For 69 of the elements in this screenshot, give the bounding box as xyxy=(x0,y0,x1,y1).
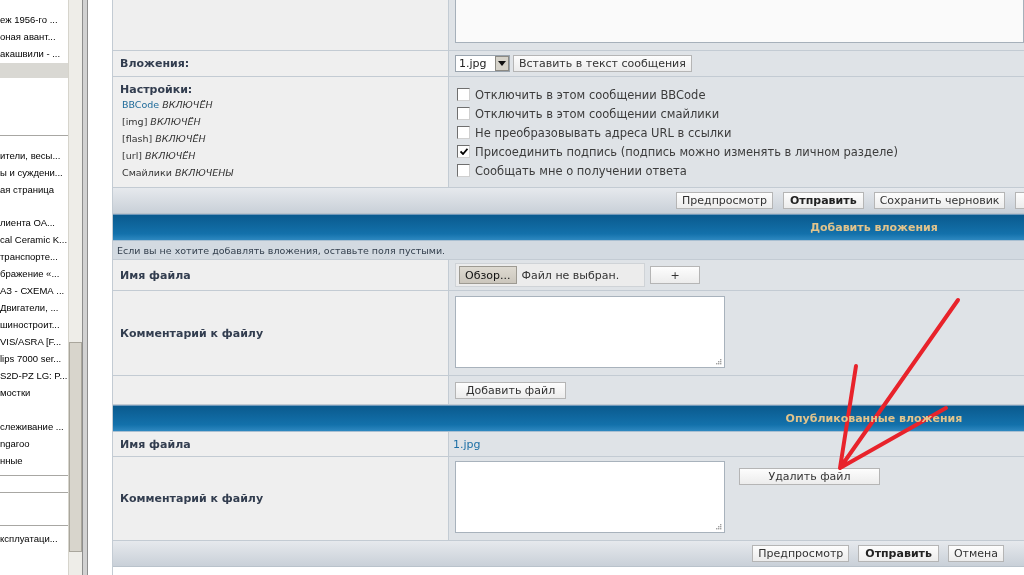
save-draft-button[interactable]: Сохранить черновик xyxy=(873,192,1006,209)
resize-grip-icon xyxy=(715,358,722,365)
checkbox[interactable] xyxy=(457,145,470,158)
checkbox-label: Присоединить подпись (подпись можно изменять в личном разделе) xyxy=(475,144,898,159)
field-label: Имя файла xyxy=(120,437,191,451)
checkbox[interactable] xyxy=(457,107,470,120)
sidebar-item[interactable]: транспорте... xyxy=(0,248,68,265)
field-label: Настройки: xyxy=(120,83,193,96)
sidebar-item[interactable]: шиностроит... xyxy=(0,316,68,333)
resize-grip-icon xyxy=(715,523,722,530)
field-label: Комментарий к файлу xyxy=(120,326,264,340)
field-label: Вложения: xyxy=(120,57,190,70)
sidebar-item[interactable]: VIS/ASRA [F... xyxy=(0,333,68,350)
comment-field[interactable] xyxy=(455,296,725,368)
cut-off-button[interactable] xyxy=(1015,192,1024,209)
add-field-button[interactable]: + xyxy=(650,266,700,284)
submit-button[interactable]: Отправить xyxy=(858,545,939,562)
sidebar-item[interactable]: оная авант... xyxy=(0,28,68,45)
checkmark-icon xyxy=(459,148,468,155)
file-status: Файл не выбран. xyxy=(521,268,620,282)
setting-status: [url] ВКЛЮЧЁН xyxy=(122,150,196,161)
submit-button[interactable]: Отправить xyxy=(783,192,864,209)
checkbox-label: Отключить в этом сообщении смайлики xyxy=(475,106,720,121)
attachment-select[interactable]: 1.jpg xyxy=(455,55,510,72)
preview-button[interactable]: Предпросмотр xyxy=(752,545,850,562)
setting-link[interactable]: BBCode xyxy=(122,99,160,110)
checkbox-label: Не преобразовывать адреса URL в ссылки xyxy=(475,125,732,140)
sidebar-item[interactable]: акашвили - ... xyxy=(0,45,68,62)
checkbox-label: Сообщать мне о получении ответа xyxy=(475,163,687,178)
setting-status: [img] ВКЛЮЧЁН xyxy=(122,116,201,127)
sidebar-item[interactable]: АЗ - СХЕМА ... xyxy=(0,282,68,299)
sidebar-item[interactable]: Двигатели, ... xyxy=(0,299,68,316)
sidebar-item[interactable]: ngaroo xyxy=(0,435,68,452)
delete-file-button[interactable]: Удалить файл xyxy=(739,468,880,485)
setting-status: [flash] ВКЛЮЧЁН xyxy=(122,133,206,144)
checkbox-label: Отключить в этом сообщении BBCode xyxy=(475,87,706,102)
sidebar-item[interactable]: S2D-PZ LG: P... xyxy=(0,367,68,384)
sidebar-item[interactable]: слеживание ... xyxy=(0,418,68,435)
checkbox[interactable] xyxy=(457,126,470,139)
section-title: Добавить вложения xyxy=(810,221,938,234)
comment-field[interactable] xyxy=(455,461,725,533)
sidebar-item[interactable]: lips 7000 ser... xyxy=(0,350,68,367)
sidebar-item[interactable]: ая страница xyxy=(0,181,68,198)
sidebar-item[interactable]: мостки xyxy=(0,384,68,401)
caret-icon xyxy=(495,56,509,71)
insert-button[interactable]: Вставить в текст сообщения xyxy=(513,55,692,72)
sidebar-item[interactable]: нные xyxy=(0,452,68,469)
scrollbar-thumb[interactable] xyxy=(69,342,82,552)
preview-button[interactable]: Предпросмотр xyxy=(676,192,773,209)
sidebar-item[interactable]: еж 1956-го ... xyxy=(0,11,68,28)
field-label: Имя файла xyxy=(120,268,191,282)
status-text: ВКЛЮЧЁН xyxy=(162,99,213,110)
sidebar-item[interactable]: лиента ОА... xyxy=(0,214,68,231)
field-label: Комментарий к файлу xyxy=(120,492,264,505)
file-link[interactable]: 1.jpg xyxy=(453,437,481,451)
sidebar-item[interactable]: ители, весы... xyxy=(0,147,68,164)
browse-button[interactable]: Обзор... xyxy=(459,266,517,284)
hint-text: Если вы не хотите добавлять вложения, оставьте поля пустыми. xyxy=(117,244,446,256)
sidebar-item[interactable]: cal Ceramic K... xyxy=(0,231,68,248)
add-file-button[interactable]: Добавить файл xyxy=(455,381,567,399)
sidebar-item[interactable]: ксплуатаци... xyxy=(0,530,68,547)
cancel-button[interactable]: Отмена xyxy=(947,545,1004,562)
checkbox[interactable] xyxy=(457,88,470,101)
scrollbar[interactable] xyxy=(68,0,82,575)
file-input[interactable]: Обзор... Файл не выбран. xyxy=(455,263,645,287)
setting-status: Смайлики ВКЛЮЧЕНЫ xyxy=(122,167,234,178)
checkbox[interactable] xyxy=(457,164,470,177)
sidebar-item[interactable]: бражение «... xyxy=(0,265,68,282)
sidebar-item[interactable]: ы и суждени... xyxy=(0,164,68,181)
